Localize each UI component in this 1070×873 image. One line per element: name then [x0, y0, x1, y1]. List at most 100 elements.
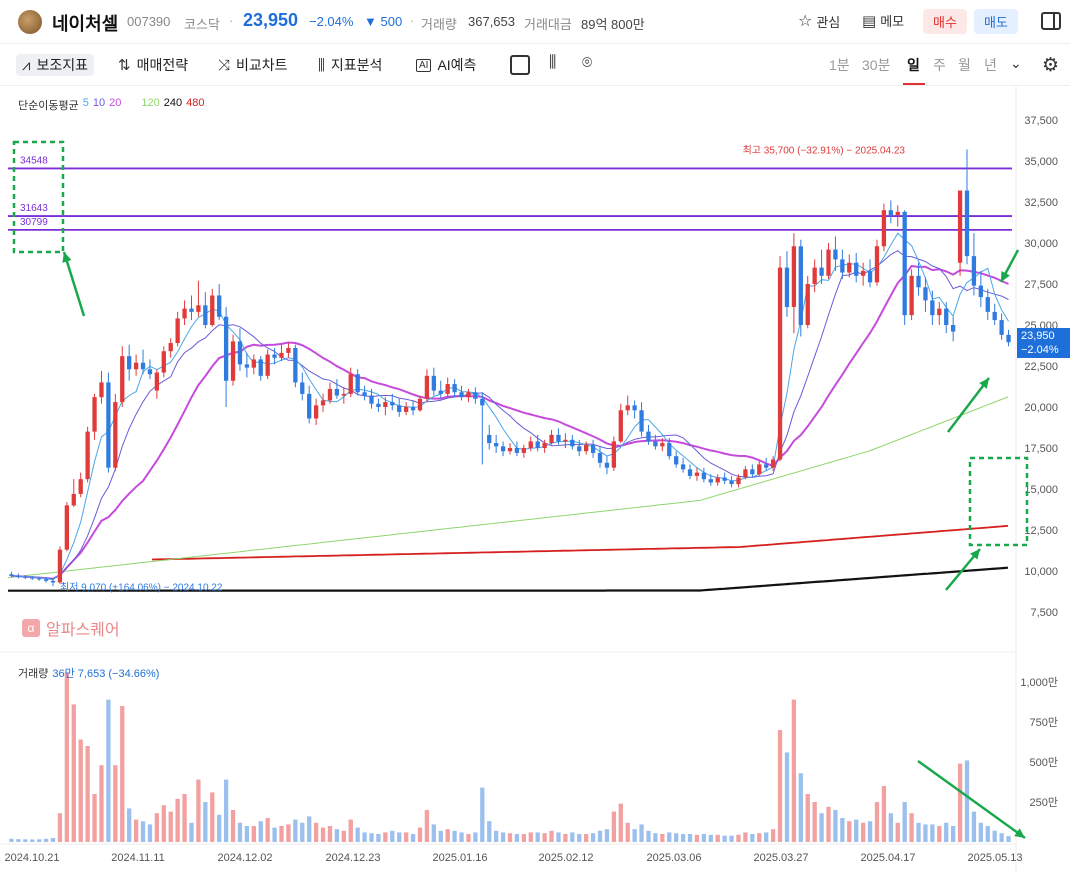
sell-button[interactable]: 매도: [974, 9, 1018, 34]
volume-bar: [64, 672, 70, 842]
volume-bar: [445, 829, 450, 842]
candle-body: [604, 462, 610, 468]
price-tag-pct: −2.04%: [1021, 344, 1059, 356]
candle-body: [16, 575, 21, 577]
volume-tick-label: 750만: [1030, 716, 1058, 729]
candle-body: [189, 308, 194, 312]
candle-body: [265, 354, 270, 376]
period-month[interactable]: 월: [958, 55, 971, 75]
settings-gear-icon[interactable]: ⚙: [1042, 54, 1059, 77]
candle-body: [140, 362, 146, 370]
candle-body: [92, 397, 97, 432]
candle-body: [618, 410, 623, 442]
candle-body: [313, 405, 319, 419]
period-week[interactable]: 주: [933, 55, 946, 75]
compare-button[interactable]: ⤨ 비교차트: [218, 54, 288, 76]
price-tick-label: 37,500: [1024, 115, 1058, 127]
candle-body: [1006, 334, 1011, 343]
candle-type-icon[interactable]: ⫼: [549, 54, 556, 72]
memo-button[interactable]: ▤ 메모: [862, 11, 904, 30]
volume-bar: [133, 819, 139, 842]
volume-bar: [210, 792, 215, 842]
volume-bar: [694, 834, 700, 842]
volume-bar: [78, 739, 83, 842]
camera-icon[interactable]: ⌾: [582, 53, 592, 73]
price-tick-label: 27,500: [1024, 279, 1058, 291]
volume-bar: [895, 822, 900, 842]
candle-body: [819, 267, 824, 276]
candle-body: [757, 464, 762, 475]
low-annotation: 최저 9,070 (+164.06%) − 2024.10.22: [60, 581, 223, 593]
candle-body: [874, 246, 880, 283]
ma10-label: 10: [92, 97, 106, 109]
volume-bar: [777, 730, 783, 842]
candle-body: [625, 405, 630, 411]
candle-body: [23, 576, 28, 578]
ai-predict-button[interactable]: AI AI예측: [416, 54, 476, 76]
volume-tick-label: 1,000만: [1020, 676, 1058, 689]
candle-body: [507, 448, 513, 452]
volume-bar: [30, 839, 35, 842]
volume-bar: [9, 838, 14, 842]
volume-bar: [362, 832, 367, 842]
volume-bar: [944, 822, 949, 842]
support-line-label: 34548: [20, 155, 48, 166]
candle-body: [362, 392, 367, 396]
buy-button[interactable]: 매수: [923, 9, 967, 34]
ma20-label: 20: [109, 97, 122, 109]
candle-body: [500, 446, 506, 452]
period-day[interactable]: 일: [907, 55, 920, 75]
active-period-underline: [903, 83, 925, 85]
period-1min[interactable]: 1분: [829, 55, 850, 75]
strategy-label: 매매전략: [136, 57, 189, 73]
stock-header: 네이처셀 007390 코스닥 · 23,950 −2.04% ▼ 500 · …: [0, 0, 1070, 44]
candle-body: [701, 472, 707, 480]
price-chart[interactable]: 7,500 10,000 12,500 15,000 17,500 20,000 22,50…: [0, 86, 1070, 873]
watch-button[interactable]: ☆ 관심: [798, 11, 840, 31]
candle-body: [71, 493, 76, 506]
volume-bar: [217, 814, 222, 842]
candle-body: [957, 190, 963, 263]
candle-body: [37, 578, 42, 580]
date-tick-label: 2025.01.16: [432, 852, 487, 864]
period-year[interactable]: 년: [984, 55, 997, 75]
period-dropdown-icon[interactable]: ⌄: [1010, 55, 1022, 72]
volume-legend-value: 36만 7,653 (−34.66%): [52, 668, 160, 680]
indicators-button[interactable]: ⩘ 보조지표: [16, 54, 94, 76]
price-tick-label: 7,500: [1030, 607, 1058, 619]
volume-bar: [203, 802, 208, 842]
price-tick-label: 32,500: [1024, 197, 1058, 209]
candle-body: [43, 579, 49, 581]
candle-body: [390, 402, 395, 406]
volume-bar: [161, 805, 166, 842]
candle-body: [902, 211, 907, 316]
ma-legend-label: 단순이동평균: [18, 100, 79, 112]
candle-body: [743, 469, 748, 478]
volume-label: 거래량: [421, 17, 457, 32]
candle-body: [445, 384, 450, 394]
volume-bar: [127, 808, 132, 842]
volume-bar: [618, 803, 623, 842]
candle-body: [120, 356, 125, 403]
high-annotation: 최고 35,700 (−32.91%) − 2025.04.23: [743, 145, 906, 157]
strategy-button[interactable]: ⇅ 매매전략: [118, 54, 188, 76]
volume-bar: [57, 813, 63, 842]
volume-bar: [397, 832, 402, 842]
candle-body: [999, 320, 1004, 335]
drawing-tool-icon[interactable]: [510, 55, 530, 75]
change-amount: ▼ 500: [364, 14, 403, 29]
volume-bar: [106, 699, 111, 842]
volume-bar: [376, 834, 381, 842]
candle-body: [736, 477, 741, 485]
candle-body: [860, 270, 866, 276]
volume-bar: [50, 838, 56, 842]
side-panel-icon[interactable]: [1041, 12, 1061, 30]
candle-body: [639, 410, 644, 432]
period-30min[interactable]: 30분: [862, 55, 890, 75]
volume-bar: [334, 829, 340, 842]
volume-bar: [424, 810, 430, 842]
annotation-arrow: [947, 377, 990, 433]
volume-bar: [403, 832, 409, 842]
analysis-button[interactable]: ⫼ 지표분석: [318, 54, 382, 76]
candle-body: [9, 574, 14, 576]
